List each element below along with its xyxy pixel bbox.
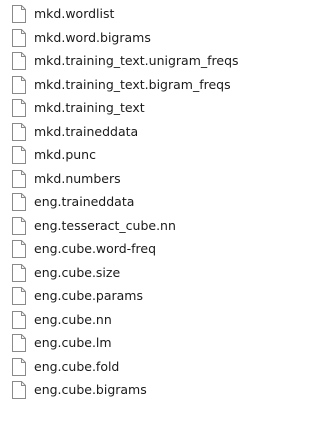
file-name-label: mkd.punc (34, 147, 96, 162)
file-name-label: eng.cube.size (34, 264, 121, 280)
file-item[interactable]: eng.cube.fold (0, 355, 247, 379)
file-item[interactable]: mkd.punc (0, 143, 247, 167)
file-name-label: eng.cube.word-freq (34, 241, 157, 256)
file-item[interactable]: mkd.training_text.bigram_freqs (0, 73, 247, 97)
generic-file-icon (11, 240, 27, 258)
file-name-label: eng.cube.lm (34, 335, 112, 350)
file-name-label: eng.tesseract_cube.nn (34, 217, 176, 233)
generic-file-icon (11, 146, 27, 164)
generic-file-icon (11, 263, 27, 282)
file-name-label: mkd.training_text.bigram_freqs (34, 76, 231, 92)
file-item[interactable]: eng.tesseract_cube.nn (0, 214, 247, 238)
generic-file-icon (11, 99, 27, 117)
file-item[interactable]: mkd.numbers (0, 167, 247, 191)
generic-file-icon (11, 334, 27, 352)
file-name-label: eng.cube.bigrams (34, 382, 147, 397)
generic-file-icon (11, 216, 27, 235)
file-list: mkd.wordlist mkd.word.bigrams mkd.training… (0, 2, 247, 402)
generic-file-icon (11, 52, 27, 70)
file-name-label: mkd.training_text (34, 100, 145, 115)
file-item[interactable]: eng.traineddata (0, 190, 247, 214)
generic-file-icon (11, 310, 27, 329)
file-name-label: mkd.wordlist (34, 6, 115, 21)
file-item[interactable]: mkd.wordlist (0, 2, 247, 26)
generic-file-icon (11, 122, 27, 141)
file-item[interactable]: eng.cube.size (0, 261, 247, 285)
file-item[interactable]: eng.cube.params (0, 284, 247, 308)
file-name-label: mkd.training_text.unigram_freqs (34, 53, 239, 68)
file-item[interactable]: eng.cube.bigrams (0, 378, 247, 402)
generic-file-icon (11, 28, 27, 47)
generic-file-icon (11, 169, 27, 188)
file-name-label: mkd.traineddata (34, 123, 139, 139)
file-name-label: eng.traineddata (34, 194, 135, 209)
generic-file-icon (11, 357, 27, 376)
file-name-label: eng.cube.params (34, 288, 143, 303)
file-name-label: eng.cube.nn (34, 311, 112, 327)
file-item[interactable]: mkd.traineddata (0, 120, 247, 144)
generic-file-icon (11, 5, 27, 23)
file-item[interactable]: mkd.word.bigrams (0, 26, 247, 50)
file-item[interactable]: mkd.training_text (0, 96, 247, 120)
file-item[interactable]: eng.cube.nn (0, 308, 247, 332)
file-name-label: mkd.numbers (34, 170, 121, 186)
generic-file-icon (11, 287, 27, 305)
generic-file-icon (11, 381, 27, 399)
file-name-label: mkd.word.bigrams (34, 29, 151, 45)
file-item[interactable]: eng.cube.lm (0, 331, 247, 355)
generic-file-icon (11, 75, 27, 94)
file-item[interactable]: eng.cube.word-freq (0, 237, 247, 261)
file-item[interactable]: mkd.training_text.unigram_freqs (0, 49, 247, 73)
file-name-label: eng.cube.fold (34, 358, 120, 374)
generic-file-icon (11, 193, 27, 211)
